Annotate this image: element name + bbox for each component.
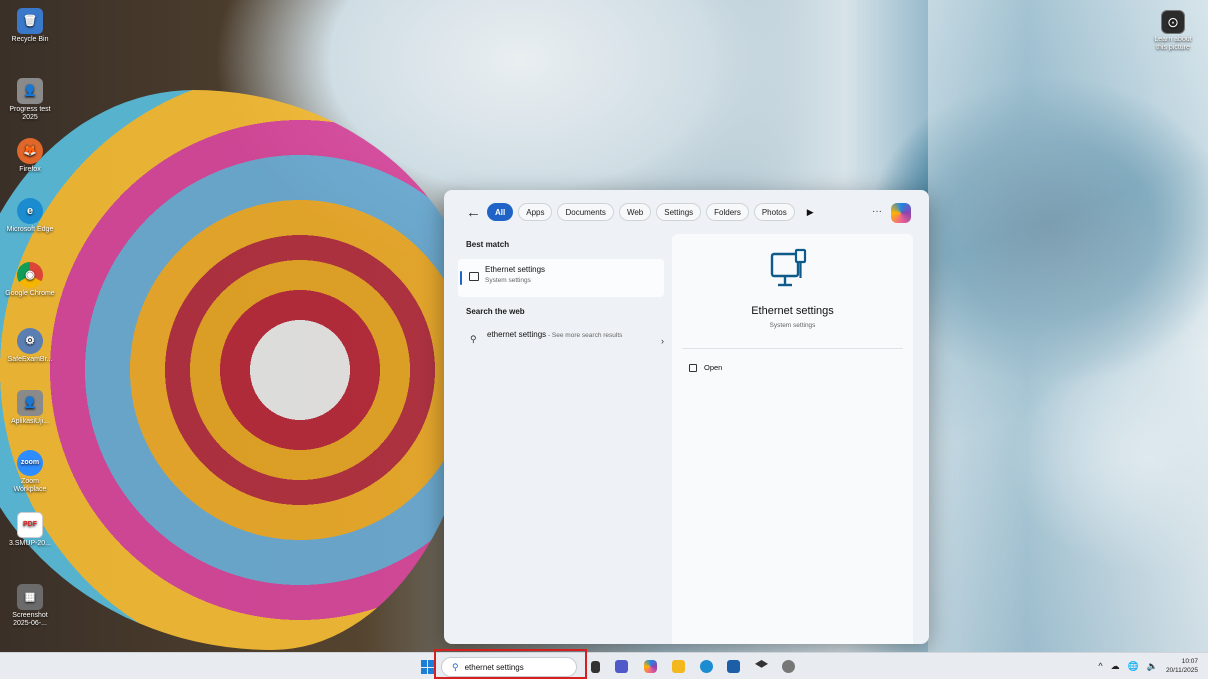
desktop-icon-edge[interactable]: e Microsoft Edge xyxy=(4,198,56,234)
desktop-icon-aplikasi-uji[interactable]: 👤 AplikasiUji... xyxy=(4,390,56,426)
desktop-icon-screenshot[interactable]: ▦ Screenshot 2025-06-... xyxy=(4,584,56,628)
filter-settings[interactable]: Settings xyxy=(656,203,702,221)
filter-web[interactable]: Web xyxy=(618,203,652,221)
image-file-icon: ▦ xyxy=(17,584,43,610)
search-highlight-box xyxy=(434,649,587,679)
best-match-subtitle: System settings xyxy=(485,277,531,284)
desktop-icon-recycle-bin[interactable]: 🗑 Recycle Bin xyxy=(4,8,56,44)
store-icon[interactable] xyxy=(727,660,740,673)
teams-icon[interactable] xyxy=(615,660,628,673)
desktop-icon-label: Microsoft Edge xyxy=(6,226,54,233)
edge-taskbar-icon[interactable] xyxy=(700,660,713,673)
filter-documents[interactable]: Documents xyxy=(557,203,614,221)
search-panel: ← All Apps Documents Web Settings Folder… xyxy=(444,190,929,644)
preview-title: Ethernet settings xyxy=(751,305,834,317)
onedrive-icon[interactable]: ☁ xyxy=(1111,661,1120,672)
more-filters-arrow-icon[interactable]: ▶ xyxy=(807,207,814,218)
divider xyxy=(682,348,903,349)
desktop-icon-label: Firefox xyxy=(19,166,41,173)
desktop-icon-label: Zoom Workplace xyxy=(13,478,47,493)
recycle-bin-icon: 🗑 xyxy=(17,8,43,34)
dropbox-icon[interactable] xyxy=(755,660,768,668)
web-result-query: ethernet settings xyxy=(487,330,547,339)
user-icon: 👤 xyxy=(17,390,43,416)
ethernet-monitor-icon xyxy=(770,248,807,287)
edge-icon: e xyxy=(17,198,43,224)
file-explorer-icon[interactable] xyxy=(672,660,685,673)
user-icon: 👤 xyxy=(17,78,43,104)
more-options-button[interactable]: ··· xyxy=(872,206,882,217)
zoom-icon: zoom xyxy=(17,450,43,476)
chrome-icon: ◉ xyxy=(17,262,43,288)
chevron-right-icon: › xyxy=(661,336,664,346)
open-external-icon xyxy=(689,363,697,372)
desktop-icon-label: Recycle Bin xyxy=(11,36,49,43)
desktop-icon-safe-exam-browser[interactable]: ⚙ SafeExamBr... xyxy=(4,328,56,364)
learn-about-picture-label: Learn about this picture xyxy=(1154,36,1192,51)
filter-all[interactable]: All xyxy=(487,203,514,221)
search-web-heading: Search the web xyxy=(466,307,525,316)
desktop-icon-label: SafeExamBr... xyxy=(7,356,53,363)
show-hidden-icons-icon[interactable]: ^ xyxy=(1098,661,1102,672)
open-action[interactable]: Open xyxy=(689,363,722,372)
safe-exam-browser-icon: ⚙ xyxy=(17,328,43,354)
volume-icon[interactable]: 🔈 xyxy=(1147,661,1158,672)
wallpaper-ice xyxy=(928,0,1208,652)
desktop-icon-label: Google Chrome xyxy=(5,290,55,297)
desktop-icon-pdf[interactable]: PDF 3.SMUP-20... xyxy=(4,512,56,548)
back-arrow-icon[interactable]: ← xyxy=(466,204,481,221)
task-view-icon[interactable] xyxy=(591,661,600,673)
filter-photos[interactable]: Photos xyxy=(753,203,795,221)
web-result-item[interactable]: ⚲ ethernet settings - See more search re… xyxy=(458,326,666,358)
wallpaper-art xyxy=(0,90,480,650)
monitor-icon xyxy=(469,272,479,281)
best-match-title: Ethernet settings xyxy=(485,265,546,274)
clock-time: 10:07 xyxy=(1181,658,1198,665)
best-match-item[interactable]: Ethernet settings System settings xyxy=(458,259,664,297)
open-action-label: Open xyxy=(704,363,723,372)
filter-bar: ← All Apps Documents Web Settings Folder… xyxy=(444,190,929,234)
desktop-icon-chrome[interactable]: ◉ Google Chrome xyxy=(4,262,56,298)
filter-apps[interactable]: Apps xyxy=(518,203,553,221)
desktop-icon-progress-test[interactable]: 👤 Progress test 2025 xyxy=(4,78,56,122)
settings-gear-icon[interactable] xyxy=(782,660,795,673)
desktop-icon-firefox[interactable]: 🦊 Firefox xyxy=(4,138,56,174)
web-result-suffix: - See more search results xyxy=(546,332,623,339)
desktop-icon-zoom[interactable]: zoom Zoom Workplace xyxy=(4,450,56,494)
search-icon: ⚲ xyxy=(470,334,477,344)
clock[interactable]: 10:07 20/11/2025 xyxy=(1166,657,1198,675)
firefox-icon: 🦊 xyxy=(17,138,43,164)
results-list: Best match Ethernet settings System sett… xyxy=(458,234,666,358)
desktop-icon-label: Screenshot 2025-06-... xyxy=(12,612,48,627)
preview-subtitle: System settings xyxy=(769,322,816,329)
pdf-file-icon: PDF xyxy=(17,512,43,538)
best-match-heading: Best match xyxy=(466,240,510,249)
clock-date: 20/11/2025 xyxy=(1165,667,1198,674)
copilot-icon[interactable] xyxy=(891,203,911,223)
copilot-app-icon[interactable] xyxy=(644,660,657,673)
system-tray: ^ ☁ 🌐 🔈 xyxy=(1098,661,1158,672)
desktop-icon-label: 3.SMUP-20... xyxy=(8,540,51,547)
network-icon[interactable]: 🌐 xyxy=(1128,661,1139,672)
preview-pane: Ethernet settings System settings Open xyxy=(672,234,913,644)
windows-start-icon[interactable] xyxy=(421,660,435,674)
desktop-icon-label: AplikasiUji... xyxy=(10,418,50,425)
desktop-icon-label: Progress test 2025 xyxy=(9,106,51,121)
learn-about-picture[interactable]: ⊙ Learn about this picture xyxy=(1150,10,1196,52)
filter-folders[interactable]: Folders xyxy=(706,203,749,221)
taskbar: ⚲ ethernet settings ^ ☁ 🌐 🔈 10:07 20/11/… xyxy=(0,652,1208,679)
camera-lens-icon: ⊙ xyxy=(1161,10,1185,34)
